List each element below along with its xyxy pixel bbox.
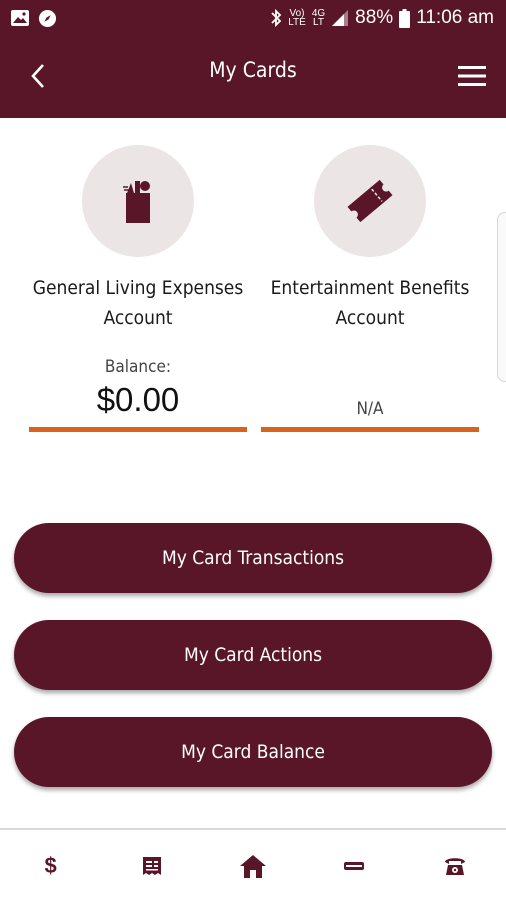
nav-phone[interactable]	[425, 836, 485, 896]
data-indicator: 4G LT	[312, 9, 325, 28]
nav-card[interactable]	[324, 836, 384, 896]
menu-button[interactable]	[456, 56, 488, 96]
scroll-indicator[interactable]	[497, 212, 506, 382]
status-left	[10, 9, 57, 28]
grocery-bag-icon	[123, 181, 150, 223]
balance-entertainment: N/A	[261, 355, 479, 432]
balance-label: Balance:	[104, 357, 172, 377]
battery-icon	[399, 8, 411, 28]
network-label-bottom: LTE	[288, 17, 306, 28]
phone-icon	[445, 858, 466, 875]
receipt-icon	[142, 857, 161, 875]
home-icon	[239, 855, 266, 878]
battery-percent: 88%	[355, 7, 394, 28]
volte-indicator: Vo) LTE	[288, 9, 306, 28]
clock: 11:06 am	[416, 7, 494, 28]
account-entertainment[interactable]: Entertainment Benefits Account	[254, 145, 486, 333]
bottom-nav: $	[0, 828, 506, 902]
card-icon	[344, 862, 365, 870]
dollar-icon: $	[44, 853, 57, 878]
account-name: General Living Expenses Account	[32, 277, 244, 329]
account-name: Entertainment Benefits Account	[270, 277, 470, 329]
account-general-living[interactable]: General Living Expenses Account	[22, 145, 254, 333]
balance-value: N/A	[356, 399, 384, 419]
balance-value: $0.00	[96, 381, 180, 418]
nav-dollar[interactable]: $	[21, 836, 81, 896]
my-card-transactions-button[interactable]: My Card Transactions	[14, 523, 492, 593]
compass-notification-icon	[38, 9, 57, 28]
balance-underline	[29, 427, 247, 432]
status-bar: Vo) LTE 4G LT 88% 11:06 am	[0, 0, 506, 36]
status-right: Vo) LTE 4G LT 88% 11:06 am	[270, 7, 494, 29]
ticket-icon	[347, 179, 393, 223]
page-title: My Cards	[209, 58, 297, 82]
app-bar: My Cards	[0, 36, 506, 118]
signal-icon	[331, 9, 349, 27]
nav-transactions[interactable]	[122, 836, 182, 896]
account-icon-circle	[82, 145, 194, 257]
my-card-actions-button[interactable]: My Card Actions	[14, 620, 492, 690]
gallery-notification-icon	[10, 9, 30, 27]
nav-home[interactable]	[223, 836, 283, 896]
bluetooth-icon	[270, 8, 282, 28]
account-icon-circle	[314, 145, 426, 257]
data-label-bottom: LT	[313, 17, 324, 28]
my-card-balance-button[interactable]: My Card Balance	[14, 717, 492, 787]
balance-underline	[261, 427, 479, 432]
hamburger-menu-icon	[458, 66, 486, 86]
balance-general-living: Balance: $0.00	[29, 355, 247, 432]
